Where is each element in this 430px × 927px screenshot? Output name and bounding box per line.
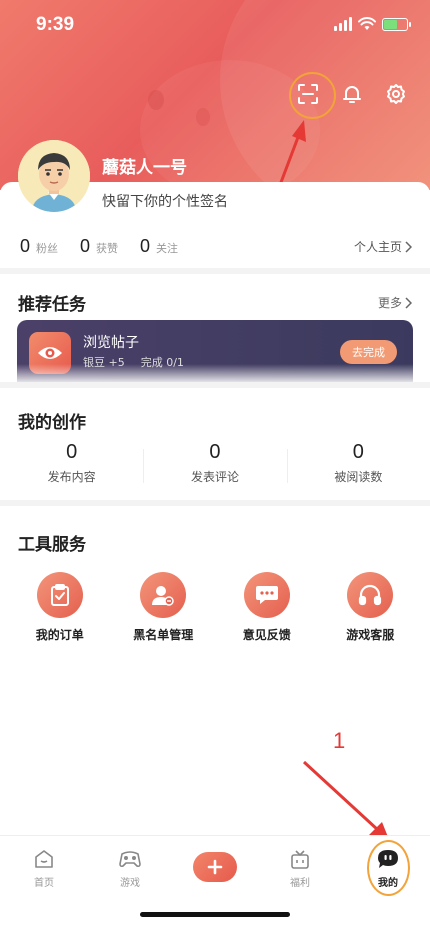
nav-home[interactable]: 首页	[14, 848, 74, 889]
create-post-button[interactable]	[193, 852, 237, 882]
tool-blacklist[interactable]: 黑名单管理	[113, 572, 213, 643]
tools-grid: 我的订单 黑名单管理 意见反馈 游戏客服	[0, 572, 430, 643]
nav-label: 首页	[34, 878, 54, 889]
task-complete-button[interactable]: 去完成	[340, 340, 397, 364]
home-icon	[35, 850, 53, 868]
annotation-arrow-1	[302, 760, 390, 842]
creation-label: 发布内容	[47, 470, 96, 484]
chat-bubble-icon	[243, 572, 290, 618]
personal-homepage-link[interactable]: 个人主页	[354, 238, 412, 255]
signal-icon	[334, 17, 352, 31]
tool-label: 我的订单	[35, 628, 84, 642]
avatar-illustration	[18, 140, 90, 212]
gear-icon	[387, 84, 405, 104]
tool-label: 游戏客服	[346, 628, 395, 642]
more-link-label: 更多	[377, 296, 402, 310]
home-indicator	[140, 912, 290, 917]
notification-button[interactable]	[338, 80, 366, 108]
wifi-icon	[358, 17, 376, 30]
stat-label: 粉丝	[36, 242, 59, 255]
section-divider	[0, 268, 430, 274]
avatar[interactable]	[18, 140, 90, 212]
stat-likes[interactable]: 0 获赞	[80, 236, 118, 257]
section-divider	[0, 382, 430, 388]
tool-label: 意见反馈	[242, 628, 291, 642]
headset-icon	[347, 572, 394, 618]
creation-reads[interactable]: 0 被阅读数	[286, 441, 430, 485]
nav-label: 游戏	[120, 878, 140, 889]
nav-label: 福利	[290, 878, 310, 889]
stat-value: 0	[80, 236, 91, 256]
annotation-circle-mine	[367, 840, 410, 896]
creation-label: 发表评论	[190, 470, 239, 484]
battery-icon	[382, 17, 411, 31]
header-decoration	[148, 90, 164, 110]
gamepad-icon	[119, 851, 141, 868]
tasks-more-link[interactable]: 更多	[378, 294, 412, 311]
task-name: 浏览帖子	[83, 335, 139, 351]
section-divider	[0, 500, 430, 506]
nav-games[interactable]: 游戏	[100, 848, 160, 889]
user-block-icon	[140, 572, 187, 618]
stat-followers[interactable]: 0 粉丝	[20, 236, 58, 257]
creation-title: 我的创作	[18, 413, 86, 433]
creation-comments[interactable]: 0 发表评论	[143, 441, 286, 485]
username[interactable]: 蘑菇人一号	[102, 153, 187, 178]
stat-label: 关注	[156, 242, 179, 255]
tool-customer-service[interactable]: 游戏客服	[320, 572, 420, 643]
status-bar: 9:39	[0, 0, 430, 52]
chevron-right-icon	[405, 296, 412, 309]
profile-stats: 0 粉丝 0 获赞 0 关注	[20, 236, 178, 257]
stat-value: 0	[20, 236, 31, 256]
tools-title: 工具服务	[18, 535, 86, 555]
homepage-link-label: 个人主页	[353, 240, 402, 254]
plus-icon	[207, 859, 223, 875]
clipboard-icon	[36, 572, 83, 618]
tasks-title: 推荐任务	[18, 295, 86, 315]
task-card-fade	[17, 364, 413, 382]
creation-value: 0	[209, 441, 221, 463]
tool-feedback[interactable]: 意见反馈	[217, 572, 317, 643]
annotation-circle-scan	[289, 72, 336, 119]
gift-icon	[291, 850, 309, 869]
tool-label: 黑名单管理	[133, 628, 194, 642]
creation-posts[interactable]: 0 发布内容	[0, 441, 143, 485]
chevron-right-icon	[405, 240, 412, 253]
creation-value: 0	[352, 441, 364, 463]
annotation-number-1: 1	[333, 728, 346, 753]
nav-welfare[interactable]: 福利	[270, 848, 330, 889]
stat-following[interactable]: 0 关注	[140, 236, 178, 257]
header-decoration	[196, 108, 210, 126]
status-time: 9:39	[36, 14, 75, 35]
stat-value: 0	[140, 236, 151, 256]
creation-label: 被阅读数	[334, 470, 383, 484]
task-card[interactable]: 浏览帖子 银豆 +5 完成 0/1 去完成	[17, 320, 413, 382]
status-icons	[334, 17, 411, 31]
bell-icon	[343, 86, 361, 103]
settings-button[interactable]	[382, 80, 410, 108]
tool-my-orders[interactable]: 我的订单	[10, 572, 110, 643]
creation-value: 0	[66, 441, 78, 463]
creation-stats: 0 发布内容 0 发表评论 0 被阅读数	[0, 441, 430, 485]
signature[interactable]: 快留下你的个性签名	[102, 191, 228, 211]
stat-label: 获赞	[96, 242, 119, 255]
